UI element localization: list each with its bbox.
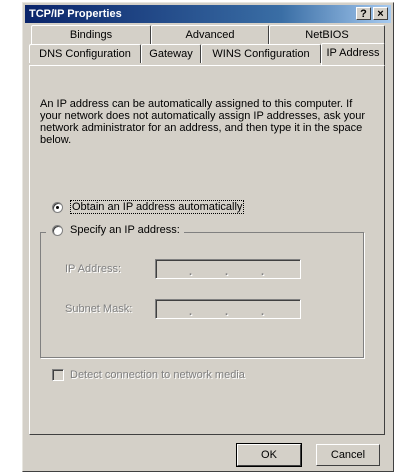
- checkbox-icon: [52, 369, 64, 381]
- tab-gateway[interactable]: Gateway: [141, 44, 201, 63]
- ok-button[interactable]: OK: [236, 443, 302, 467]
- detect-media-label: Detect connection to network media: [70, 369, 245, 381]
- tab-dns-configuration[interactable]: DNS Configuration: [29, 44, 141, 63]
- radio-unchecked-icon: [52, 224, 63, 236]
- subnet-mask-input[interactable]: . . .: [155, 299, 301, 319]
- specify-ip-group: IP Address: . . . Subnet Mask: . . .: [40, 232, 364, 358]
- tcpip-properties-dialog: TCP/IP Properties ? × Bindings Advanced …: [22, 2, 394, 472]
- tab-netbios[interactable]: NetBIOS: [269, 25, 385, 44]
- detect-media-checkbox[interactable]: Detect connection to network media: [52, 369, 245, 381]
- subnet-mask-label: Subnet Mask:: [65, 303, 133, 315]
- ip-address-panel: An IP address can be automatically assig…: [29, 65, 385, 435]
- specify-ip-radio[interactable]: Specify an IP address:: [46, 224, 184, 236]
- ip-address-input[interactable]: . . .: [155, 259, 301, 279]
- tab-bindings[interactable]: Bindings: [31, 25, 151, 44]
- cancel-button[interactable]: Cancel: [316, 444, 380, 466]
- tab-wins-configuration[interactable]: WINS Configuration: [201, 44, 321, 63]
- close-icon[interactable]: ×: [373, 7, 388, 20]
- title-bar[interactable]: TCP/IP Properties ? ×: [25, 5, 391, 23]
- obtain-ip-automatically-radio[interactable]: Obtain an IP address automatically: [52, 200, 245, 214]
- specify-ip-label: Specify an IP address:: [70, 224, 180, 236]
- radio-checked-icon: [52, 201, 63, 213]
- window-title: TCP/IP Properties: [29, 8, 122, 20]
- description-text: An IP address can be automatically assig…: [40, 98, 366, 146]
- tab-advanced[interactable]: Advanced: [151, 25, 269, 44]
- ip-address-label: IP Address:: [65, 263, 122, 275]
- help-icon[interactable]: ?: [356, 7, 371, 20]
- obtain-ip-label: Obtain an IP address automatically: [70, 200, 245, 214]
- tab-ip-address[interactable]: IP Address: [321, 43, 385, 65]
